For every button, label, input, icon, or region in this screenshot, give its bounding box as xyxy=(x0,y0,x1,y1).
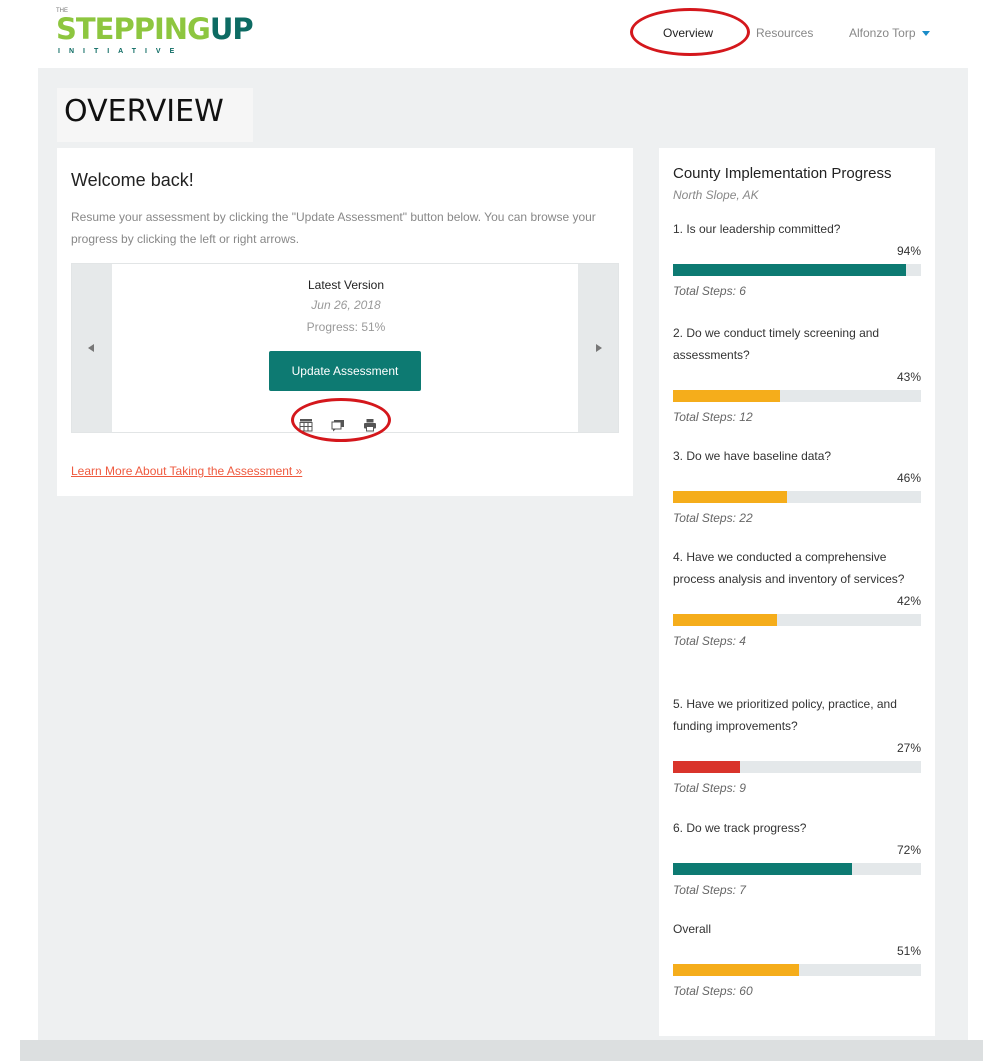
progress-percent: 42% xyxy=(896,594,921,608)
user-name: Alfonzo Torp xyxy=(849,26,916,40)
logo-wordmark-green: STEPPING xyxy=(56,12,211,46)
highlight-ellipse-overview xyxy=(630,8,750,56)
stepping-up-logo[interactable]: THE STEPPINGUP INITIATIVE xyxy=(56,8,254,64)
progress-percent: 27% xyxy=(896,741,921,755)
carousel-next-button[interactable] xyxy=(578,264,618,432)
caret-down-icon xyxy=(921,31,930,37)
progress-question: 4. Have we conducted a comprehensive pro… xyxy=(673,550,905,586)
progress-bar xyxy=(673,614,921,626)
progress-question: 1. Is our leadership committed? xyxy=(673,222,841,236)
user-menu[interactable]: Alfonzo Torp xyxy=(849,26,930,40)
county-progress-card: County Implementation Progress North Slo… xyxy=(659,148,935,1036)
progress-bar xyxy=(673,491,921,503)
progress-total-steps: Total Steps: 6 xyxy=(673,284,746,298)
progress-bar xyxy=(673,390,921,402)
progress-bar-fill xyxy=(673,390,780,402)
progress-panel-title: County Implementation Progress xyxy=(673,165,892,182)
progress-question: 3. Do we have baseline data? xyxy=(673,449,832,463)
progress-item: 2. Do we conduct timely screening and as… xyxy=(673,322,921,424)
welcome-card: Welcome back! Resume your assessment by … xyxy=(57,148,633,496)
learn-more-link[interactable]: Learn More About Taking the Assessment » xyxy=(71,464,302,478)
progress-bar xyxy=(673,863,921,875)
progress-total-steps: Total Steps: 7 xyxy=(673,883,746,897)
progress-bar xyxy=(673,761,921,773)
progress-total-steps: Total Steps: 12 xyxy=(673,410,753,424)
progress-bar-fill xyxy=(673,964,800,976)
progress-bar xyxy=(673,964,921,976)
progress-item: 6. Do we track progress? 72% Total Steps… xyxy=(673,817,921,897)
progress-total-steps: Total Steps: 22 xyxy=(673,511,753,525)
progress-bar-fill xyxy=(673,264,907,276)
update-assessment-button[interactable]: Update Assessment xyxy=(269,351,421,391)
highlight-ellipse-tools xyxy=(291,398,391,442)
progress-item-overall: Overall 51% Total Steps: 60 xyxy=(673,918,921,998)
progress-total-steps: Total Steps: 60 xyxy=(673,984,753,998)
progress-question: 2. Do we conduct timely screening and as… xyxy=(673,326,880,362)
footer-bar xyxy=(20,1040,983,1061)
top-header: THE STEPPINGUP INITIATIVE Overview Resou… xyxy=(0,0,983,68)
logo-wordmark: STEPPINGUP xyxy=(56,12,254,46)
progress-item: 1. Is our leadership committed? 94% Tota… xyxy=(673,218,921,298)
version-progress: Progress: 51% xyxy=(306,320,386,334)
nav-resources-link[interactable]: Resources xyxy=(756,26,813,40)
progress-percent: 72% xyxy=(896,843,921,857)
progress-bar-fill xyxy=(673,761,740,773)
progress-item: 4. Have we conducted a comprehensive pro… xyxy=(673,546,921,648)
progress-panel-location: North Slope, AK xyxy=(673,188,759,202)
progress-question: 5. Have we prioritized policy, practice,… xyxy=(673,697,897,733)
progress-item: 3. Do we have baseline data? 46% Total S… xyxy=(673,445,921,525)
version-date: Jun 26, 2018 xyxy=(311,298,381,312)
carousel-prev-button[interactable] xyxy=(72,264,112,432)
logo-wordmark-teal: UP xyxy=(209,12,254,46)
page-title: OVERVIEW xyxy=(64,94,224,129)
progress-percent: 51% xyxy=(896,944,921,958)
logo-initiative-text: INITIATIVE xyxy=(58,48,184,55)
arrow-left-icon xyxy=(88,344,94,352)
progress-question: Overall xyxy=(673,922,712,936)
progress-item: 5. Have we prioritized policy, practice,… xyxy=(673,693,921,795)
progress-percent: 43% xyxy=(896,370,921,384)
latest-version-label: Latest Version xyxy=(307,278,385,292)
arrow-right-icon xyxy=(596,344,602,352)
progress-percent: 46% xyxy=(896,471,921,485)
progress-bar-fill xyxy=(673,491,788,503)
progress-bar-fill xyxy=(673,614,778,626)
welcome-description: Resume your assessment by clicking the "… xyxy=(71,210,596,246)
progress-percent: 94% xyxy=(896,244,921,258)
progress-question: 6. Do we track progress? xyxy=(673,821,807,835)
progress-bar xyxy=(673,264,921,276)
progress-total-steps: Total Steps: 9 xyxy=(673,781,746,795)
progress-bar-fill xyxy=(673,863,852,875)
welcome-title: Welcome back! xyxy=(71,170,194,190)
progress-total-steps: Total Steps: 4 xyxy=(673,634,746,648)
